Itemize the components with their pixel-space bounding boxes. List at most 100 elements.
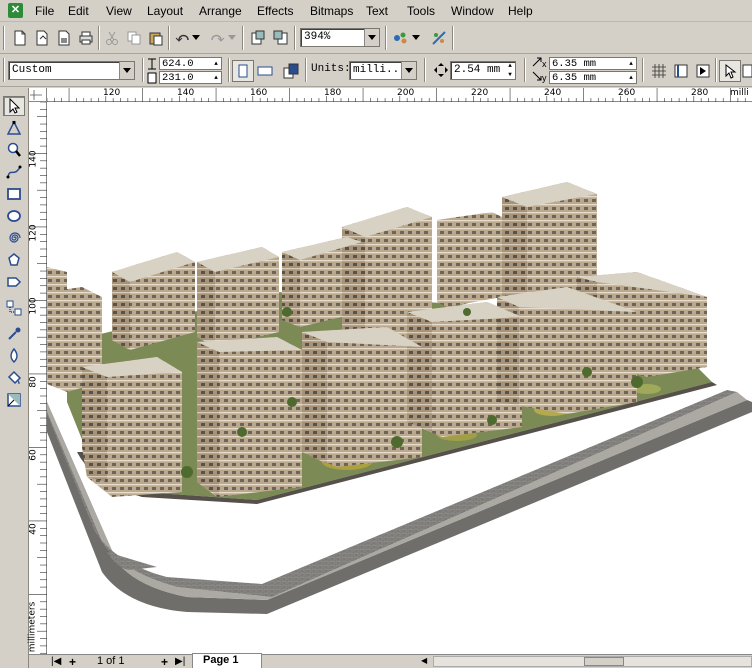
- page-tab-label: Page 1: [203, 654, 239, 666]
- toolbar-separator: [98, 26, 100, 50]
- v-ruler-label: 40: [28, 523, 39, 535]
- duplicate-x-icon: x: [532, 57, 550, 69]
- page-height-field[interactable]: 231.0 ▲: [159, 71, 222, 84]
- toolbar-separator: [385, 26, 387, 50]
- coreldraw-window: ✕ File Edit View Layout Arrange Effects …: [0, 0, 752, 668]
- zoom-level-select[interactable]: 394%: [300, 28, 380, 47]
- duplicate-y-value: 6.35 mm: [552, 72, 597, 84]
- all-pages-icon[interactable]: [280, 60, 302, 82]
- polygon-tool-icon[interactable]: [3, 250, 25, 270]
- menu-arrange[interactable]: Arrange: [199, 4, 242, 18]
- menu-layout[interactable]: Layout: [147, 4, 183, 18]
- portrait-icon[interactable]: [232, 60, 254, 82]
- interactive-fill-icon[interactable]: [3, 390, 25, 410]
- undo-dropdown-icon[interactable]: [190, 27, 202, 49]
- cut-icon[interactable]: [101, 27, 123, 49]
- landscape-icon[interactable]: [254, 60, 276, 82]
- v-ruler-label: 100: [28, 297, 39, 315]
- horizontal-scrollbar[interactable]: [433, 656, 752, 667]
- snap-to-guidelines-icon[interactable]: [670, 60, 692, 82]
- spin-down-icon[interactable]: ▼: [505, 71, 515, 79]
- new-document-icon[interactable]: [9, 27, 31, 49]
- h-ruler-label: 260: [618, 88, 636, 98]
- import-icon[interactable]: [247, 27, 269, 49]
- scrollbar-thumb[interactable]: [584, 657, 624, 666]
- paste-icon[interactable]: [145, 27, 167, 49]
- ruler-origin[interactable]: [29, 88, 47, 102]
- duplicate-y-field[interactable]: 6.35 mm ▲: [549, 71, 637, 84]
- chevron-down-icon[interactable]: [119, 62, 134, 79]
- chevron-down-icon[interactable]: [401, 62, 416, 79]
- toolbar-separator: [452, 26, 454, 50]
- corel-online-icon[interactable]: [428, 27, 450, 49]
- scroll-left-icon[interactable]: ◀: [421, 656, 431, 667]
- page-tab[interactable]: Page 1: [192, 653, 262, 668]
- ellipse-tool-icon[interactable]: [3, 206, 25, 226]
- vertical-ruler[interactable]: 140 120 100 80 60 40 millimeters: [27, 102, 47, 654]
- paper-type-select[interactable]: Custom: [8, 61, 135, 80]
- v-ruler-label: 140: [28, 150, 39, 168]
- save-icon[interactable]: [53, 27, 75, 49]
- menu-view[interactable]: View: [106, 4, 132, 18]
- page-count: 1 of 1: [97, 655, 125, 667]
- menu-effects[interactable]: Effects: [257, 4, 293, 18]
- add-page-before-icon[interactable]: +: [69, 655, 76, 668]
- snap-to-objects-icon[interactable]: [692, 60, 714, 82]
- standard-toolbar: 394%: [0, 22, 752, 54]
- treat-as-filled-icon[interactable]: [719, 60, 741, 82]
- outline-tool-icon[interactable]: [3, 346, 25, 366]
- interactive-blend-icon[interactable]: [3, 298, 25, 318]
- copy-icon[interactable]: [123, 27, 145, 49]
- menu-help[interactable]: Help: [508, 4, 533, 18]
- freehand-tool-icon[interactable]: [3, 162, 25, 182]
- application-launcher-icon[interactable]: [390, 27, 412, 49]
- drawing-canvas[interactable]: [47, 102, 752, 654]
- pick-tool-icon[interactable]: [3, 96, 25, 116]
- spin-up-icon[interactable]: ▲: [626, 58, 636, 69]
- toolbar-separator: [715, 58, 717, 82]
- menu-window[interactable]: Window: [451, 4, 494, 18]
- toolbar-separator: [642, 58, 644, 82]
- rectangle-tool-icon[interactable]: [3, 184, 25, 204]
- duplicate-x-field[interactable]: 6.35 mm ▲: [549, 57, 637, 70]
- redo-dropdown-icon[interactable]: [226, 27, 238, 49]
- options-icon[interactable]: [741, 60, 752, 82]
- page-width-icon: [146, 58, 158, 70]
- first-page-icon[interactable]: |◀: [51, 656, 61, 667]
- units-select[interactable]: milli...: [349, 61, 417, 80]
- spiral-tool-icon[interactable]: [3, 228, 25, 248]
- menu-text[interactable]: Text: [366, 4, 388, 18]
- toolbar-separator: [168, 26, 170, 50]
- app-icon[interactable]: ✕: [8, 3, 23, 18]
- page-width-field[interactable]: 624.0 ▲: [159, 57, 222, 70]
- snap-to-grid-icon[interactable]: [648, 60, 670, 82]
- h-ruler-unit: milli: [730, 88, 749, 98]
- launcher-dropdown-icon[interactable]: [410, 27, 422, 49]
- menu-bitmaps[interactable]: Bitmaps: [310, 4, 353, 18]
- toolbar-separator: [294, 26, 296, 50]
- chevron-down-icon[interactable]: [364, 29, 379, 46]
- toolbox: [0, 88, 29, 668]
- spin-up-icon[interactable]: ▲: [505, 62, 515, 70]
- v-ruler-unit: millimeters: [27, 601, 38, 653]
- spin-up-icon[interactable]: ▲: [211, 58, 221, 69]
- page-height-value: 231.0: [162, 72, 194, 84]
- menu-edit[interactable]: Edit: [68, 4, 89, 18]
- fill-tool-icon[interactable]: [3, 368, 25, 388]
- redo-icon[interactable]: [206, 27, 228, 49]
- menu-file[interactable]: File: [35, 4, 54, 18]
- shape-tool-icon[interactable]: [3, 118, 25, 138]
- export-icon[interactable]: [270, 27, 292, 49]
- menu-tools[interactable]: Tools: [407, 4, 435, 18]
- add-page-after-icon[interactable]: +: [161, 655, 168, 668]
- last-page-icon[interactable]: ▶|: [175, 656, 185, 667]
- zoom-tool-icon[interactable]: [3, 140, 25, 160]
- print-icon[interactable]: [75, 27, 97, 49]
- nudge-offset-field[interactable]: 2.54 mm ▲ ▼: [450, 61, 516, 80]
- open-document-icon[interactable]: [31, 27, 53, 49]
- horizontal-ruler[interactable]: 120 140 160 180 200 220 240 260 280 mill…: [47, 88, 752, 102]
- basic-shapes-icon[interactable]: [3, 272, 25, 292]
- spin-up-icon[interactable]: ▲: [626, 72, 636, 83]
- spin-up-icon[interactable]: ▲: [211, 72, 221, 83]
- eyedropper-tool-icon[interactable]: [3, 324, 25, 344]
